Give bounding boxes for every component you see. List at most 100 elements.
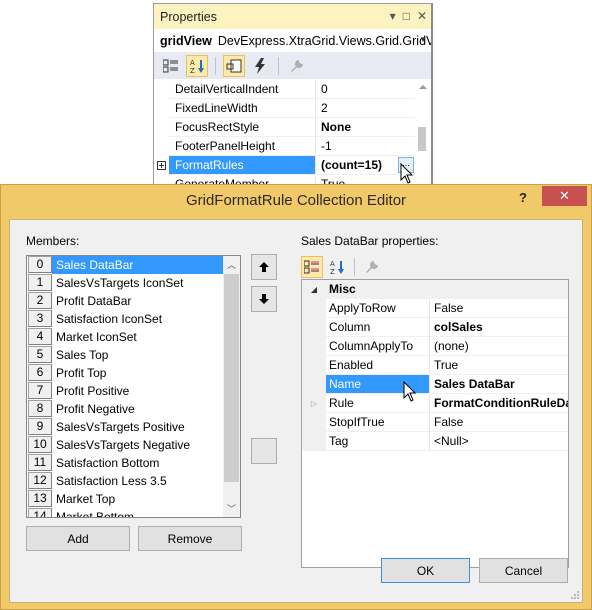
member-item[interactable]: 14 Market Bottom xyxy=(27,508,240,517)
scroll-up-icon[interactable] xyxy=(419,85,427,89)
properties-grid: DetailVerticalIndent 0 FixedLineWidth 2 … xyxy=(154,80,416,194)
property-value[interactable]: Sales DataBar xyxy=(430,375,568,394)
property-row[interactable]: FixedLineWidth 2 xyxy=(154,99,416,118)
panel-dropdown-icon[interactable]: ▾ xyxy=(390,9,396,23)
property-value[interactable]: 0 xyxy=(316,80,416,99)
cancel-button[interactable]: Cancel xyxy=(479,558,568,583)
scroll-thumb[interactable] xyxy=(418,127,426,151)
member-name: Profit Positive xyxy=(56,384,130,398)
events-button[interactable] xyxy=(249,55,271,77)
property-row-format-rules[interactable]: FormatRules (count=15) ... xyxy=(154,156,416,175)
alphabetical-button[interactable]: A Z xyxy=(326,256,348,278)
categorized-button[interactable] xyxy=(301,256,323,278)
collapse-triangle-icon[interactable]: ◢ xyxy=(311,285,317,294)
property-value[interactable]: 2 xyxy=(316,99,416,118)
chevron-up-icon[interactable]: ︿ xyxy=(223,256,240,273)
panel-close-icon[interactable]: ✕ xyxy=(417,9,427,23)
property-value[interactable]: False xyxy=(430,413,568,432)
property-value[interactable]: -1 xyxy=(316,137,416,156)
property-row[interactable]: ApplyToRow False xyxy=(302,299,568,318)
toolbar-separator xyxy=(278,56,279,75)
member-item[interactable]: 8 Profit Negative xyxy=(27,400,240,418)
property-row[interactable]: ColumnApplyTo (none) xyxy=(302,337,568,356)
property-row[interactable]: FocusRectStyle None xyxy=(154,118,416,137)
property-value[interactable]: colSales xyxy=(430,318,568,337)
alphabetical-button[interactable]: A Z xyxy=(186,54,208,77)
property-name: Name xyxy=(326,375,430,394)
property-name: FixedLineWidth xyxy=(169,99,316,118)
categorized-button[interactable] xyxy=(160,55,182,77)
properties-panel: Properties ▾ □ ✕ gridView DevExpress.Xtr… xyxy=(153,3,433,194)
property-row[interactable]: Column colSales xyxy=(302,318,568,337)
property-value[interactable]: (count=15) ... xyxy=(316,156,416,175)
member-item[interactable]: 10 SalesVsTargets Negative xyxy=(27,436,240,454)
member-item[interactable]: 0 Sales DataBar xyxy=(27,256,240,274)
resize-grip-icon[interactable] xyxy=(570,590,580,600)
member-item[interactable]: 3 Satisfaction IconSet xyxy=(27,310,240,328)
help-button[interactable]: ? xyxy=(519,190,527,205)
member-item[interactable]: 9 SalesVsTargets Positive xyxy=(27,418,240,436)
chevron-down-icon[interactable]: ▼ xyxy=(419,35,427,44)
member-name: Satisfaction IconSet xyxy=(56,312,163,326)
member-item[interactable]: 5 Sales Top xyxy=(27,346,240,364)
property-value[interactable]: None xyxy=(316,118,416,137)
properties-button[interactable] xyxy=(223,54,245,77)
object-selector[interactable]: gridView DevExpress.XtraGrid.Views.Grid.… xyxy=(154,29,431,52)
member-name: Profit Negative xyxy=(56,402,135,416)
property-row-name[interactable]: Name Sales DataBar xyxy=(302,375,568,394)
member-name: Sales DataBar xyxy=(52,256,240,274)
property-row[interactable]: DetailVerticalIndent 0 xyxy=(154,80,416,99)
expand-triangle-icon[interactable]: ▷ xyxy=(311,399,317,408)
member-item[interactable]: 6 Profit Top xyxy=(27,364,240,382)
property-value[interactable]: FormatConditionRuleDataBar xyxy=(430,394,568,413)
property-row[interactable]: Tag <Null> xyxy=(302,432,568,451)
property-value[interactable]: True xyxy=(430,356,568,375)
scroll-thumb[interactable] xyxy=(224,274,239,482)
property-row-rule[interactable]: ▷ Rule FormatConditionRuleDataBar xyxy=(302,394,568,413)
member-item[interactable]: 2 Profit DataBar xyxy=(27,292,240,310)
property-grid: ◢ Misc ApplyToRow False Column colSales … xyxy=(301,279,569,568)
members-label: Members: xyxy=(26,234,80,248)
expand-plus-icon[interactable] xyxy=(157,161,166,170)
property-row[interactable]: FooterPanelHeight -1 xyxy=(154,137,416,156)
chevron-down-icon[interactable]: ﹀ xyxy=(223,500,240,517)
panel-maximize-icon[interactable]: □ xyxy=(403,9,410,23)
property-value[interactable]: <Null> xyxy=(430,432,568,451)
members-scrollbar[interactable]: ︿ ﹀ xyxy=(223,256,240,517)
property-pages-button[interactable] xyxy=(361,256,383,278)
member-item[interactable]: 7 Profit Positive xyxy=(27,382,240,400)
property-name: Tag xyxy=(326,432,430,451)
properties-scrollbar[interactable] xyxy=(415,80,431,192)
property-name: ApplyToRow xyxy=(326,299,430,318)
member-item[interactable]: 1 SalesVsTargets IconSet xyxy=(27,274,240,292)
member-item[interactable]: 4 Market IconSet xyxy=(27,328,240,346)
property-value[interactable]: (none) xyxy=(430,337,568,356)
format-rules-count: (count=15) xyxy=(321,158,383,172)
close-button[interactable]: ✕ xyxy=(542,186,587,206)
member-index: 8 xyxy=(28,400,52,417)
property-row[interactable]: Enabled True xyxy=(302,356,568,375)
dialog-title-bar[interactable]: GridFormatRule Collection Editor ? ✕ xyxy=(1,185,591,217)
properties-toolbar: A Z xyxy=(154,52,431,79)
member-item[interactable]: 13 Market Top xyxy=(27,490,240,508)
ellipsis-button[interactable]: ... xyxy=(398,157,414,173)
dialog-body: Members: 0 Sales DataBar 1 SalesVsTarget… xyxy=(9,219,583,603)
move-up-button[interactable] xyxy=(251,254,277,280)
members-list[interactable]: 0 Sales DataBar 1 SalesVsTargets IconSet… xyxy=(26,255,241,518)
property-value[interactable]: False xyxy=(430,299,568,318)
move-down-button[interactable] xyxy=(251,286,277,312)
alphabetical-icon: A Z xyxy=(330,260,344,275)
add-button[interactable]: Add xyxy=(26,526,130,551)
member-name: SalesVsTargets Positive xyxy=(56,420,185,434)
property-row[interactable]: StopIfTrue False xyxy=(302,413,568,432)
member-name: Satisfaction Bottom xyxy=(56,456,160,470)
remove-button[interactable]: Remove xyxy=(138,526,242,551)
toolbar-separator xyxy=(354,258,355,276)
property-name: FormatRules xyxy=(169,156,316,175)
member-item[interactable]: 11 Satisfaction Bottom xyxy=(27,454,240,472)
property-pages-button[interactable] xyxy=(286,55,308,77)
category-row-misc[interactable]: ◢ Misc xyxy=(302,280,568,299)
ok-button[interactable]: OK xyxy=(381,558,470,583)
member-index: 12 xyxy=(28,472,52,489)
member-item[interactable]: 12 Satisfaction Less 3.5 xyxy=(27,472,240,490)
